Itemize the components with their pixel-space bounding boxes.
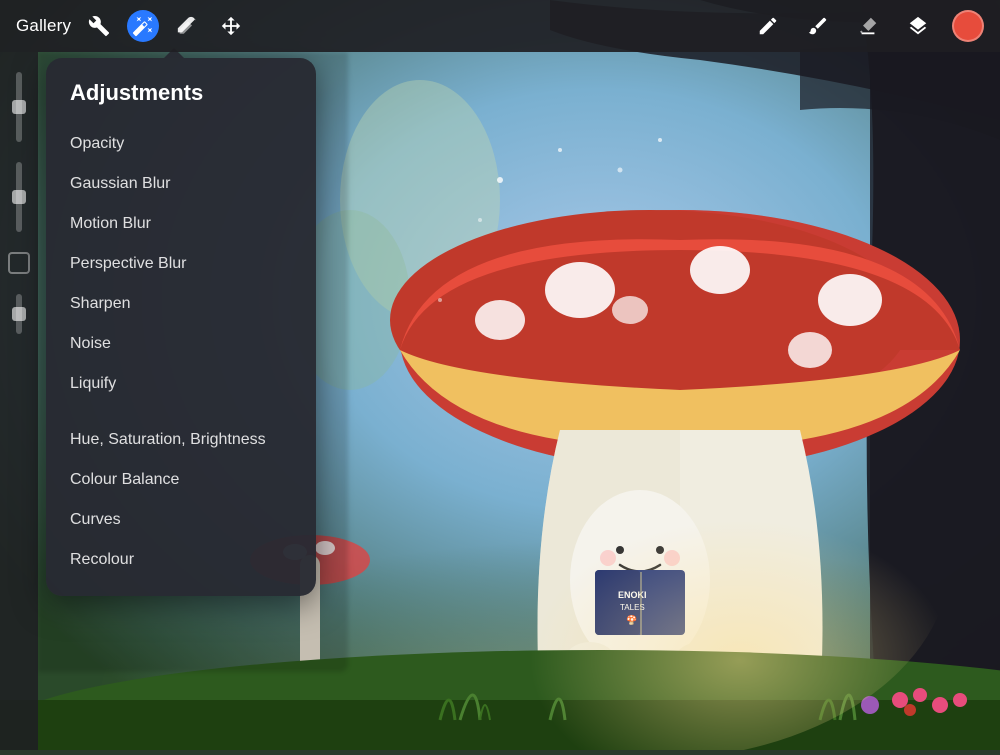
toolbar-right [752,10,984,42]
color-picker[interactable] [952,10,984,42]
adj-separator [46,404,316,420]
brush-tool-icon[interactable] [802,10,834,42]
adj-liquify[interactable]: Liquify [46,364,316,404]
wrench-icon[interactable] [83,10,115,42]
adj-recolour[interactable]: Recolour [46,540,316,580]
magic-wand-icon[interactable] [127,10,159,42]
adj-motion-blur[interactable]: Motion Blur [46,204,316,244]
adj-hue-saturation[interactable]: Hue, Saturation, Brightness [46,420,316,460]
opacity-slider[interactable] [16,72,22,142]
adjustments-panel: Adjustments Opacity Gaussian Blur Motion… [46,58,316,596]
adjustments-title: Adjustments [46,80,316,124]
adj-colour-balance[interactable]: Colour Balance [46,460,316,500]
adj-opacity[interactable]: Opacity [46,124,316,164]
size-slider[interactable] [16,162,22,232]
adj-curves[interactable]: Curves [46,500,316,540]
eraser-tool-icon[interactable] [852,10,884,42]
smudge-icon[interactable] [171,10,203,42]
adj-noise[interactable]: Noise [46,324,316,364]
transform-checkbox[interactable] [8,252,30,274]
left-sidebar [0,52,38,750]
layers-icon[interactable] [902,10,934,42]
move-icon[interactable] [215,10,247,42]
gallery-button[interactable]: Gallery [16,16,71,36]
adj-perspective-blur[interactable]: Perspective Blur [46,244,316,284]
pen-tool-icon[interactable] [752,10,784,42]
adj-sharpen[interactable]: Sharpen [46,284,316,324]
toolbar-left: Gallery [16,10,247,42]
extra-slider[interactable] [16,294,22,334]
adj-gaussian-blur[interactable]: Gaussian Blur [46,164,316,204]
toolbar: Gallery [0,0,1000,52]
